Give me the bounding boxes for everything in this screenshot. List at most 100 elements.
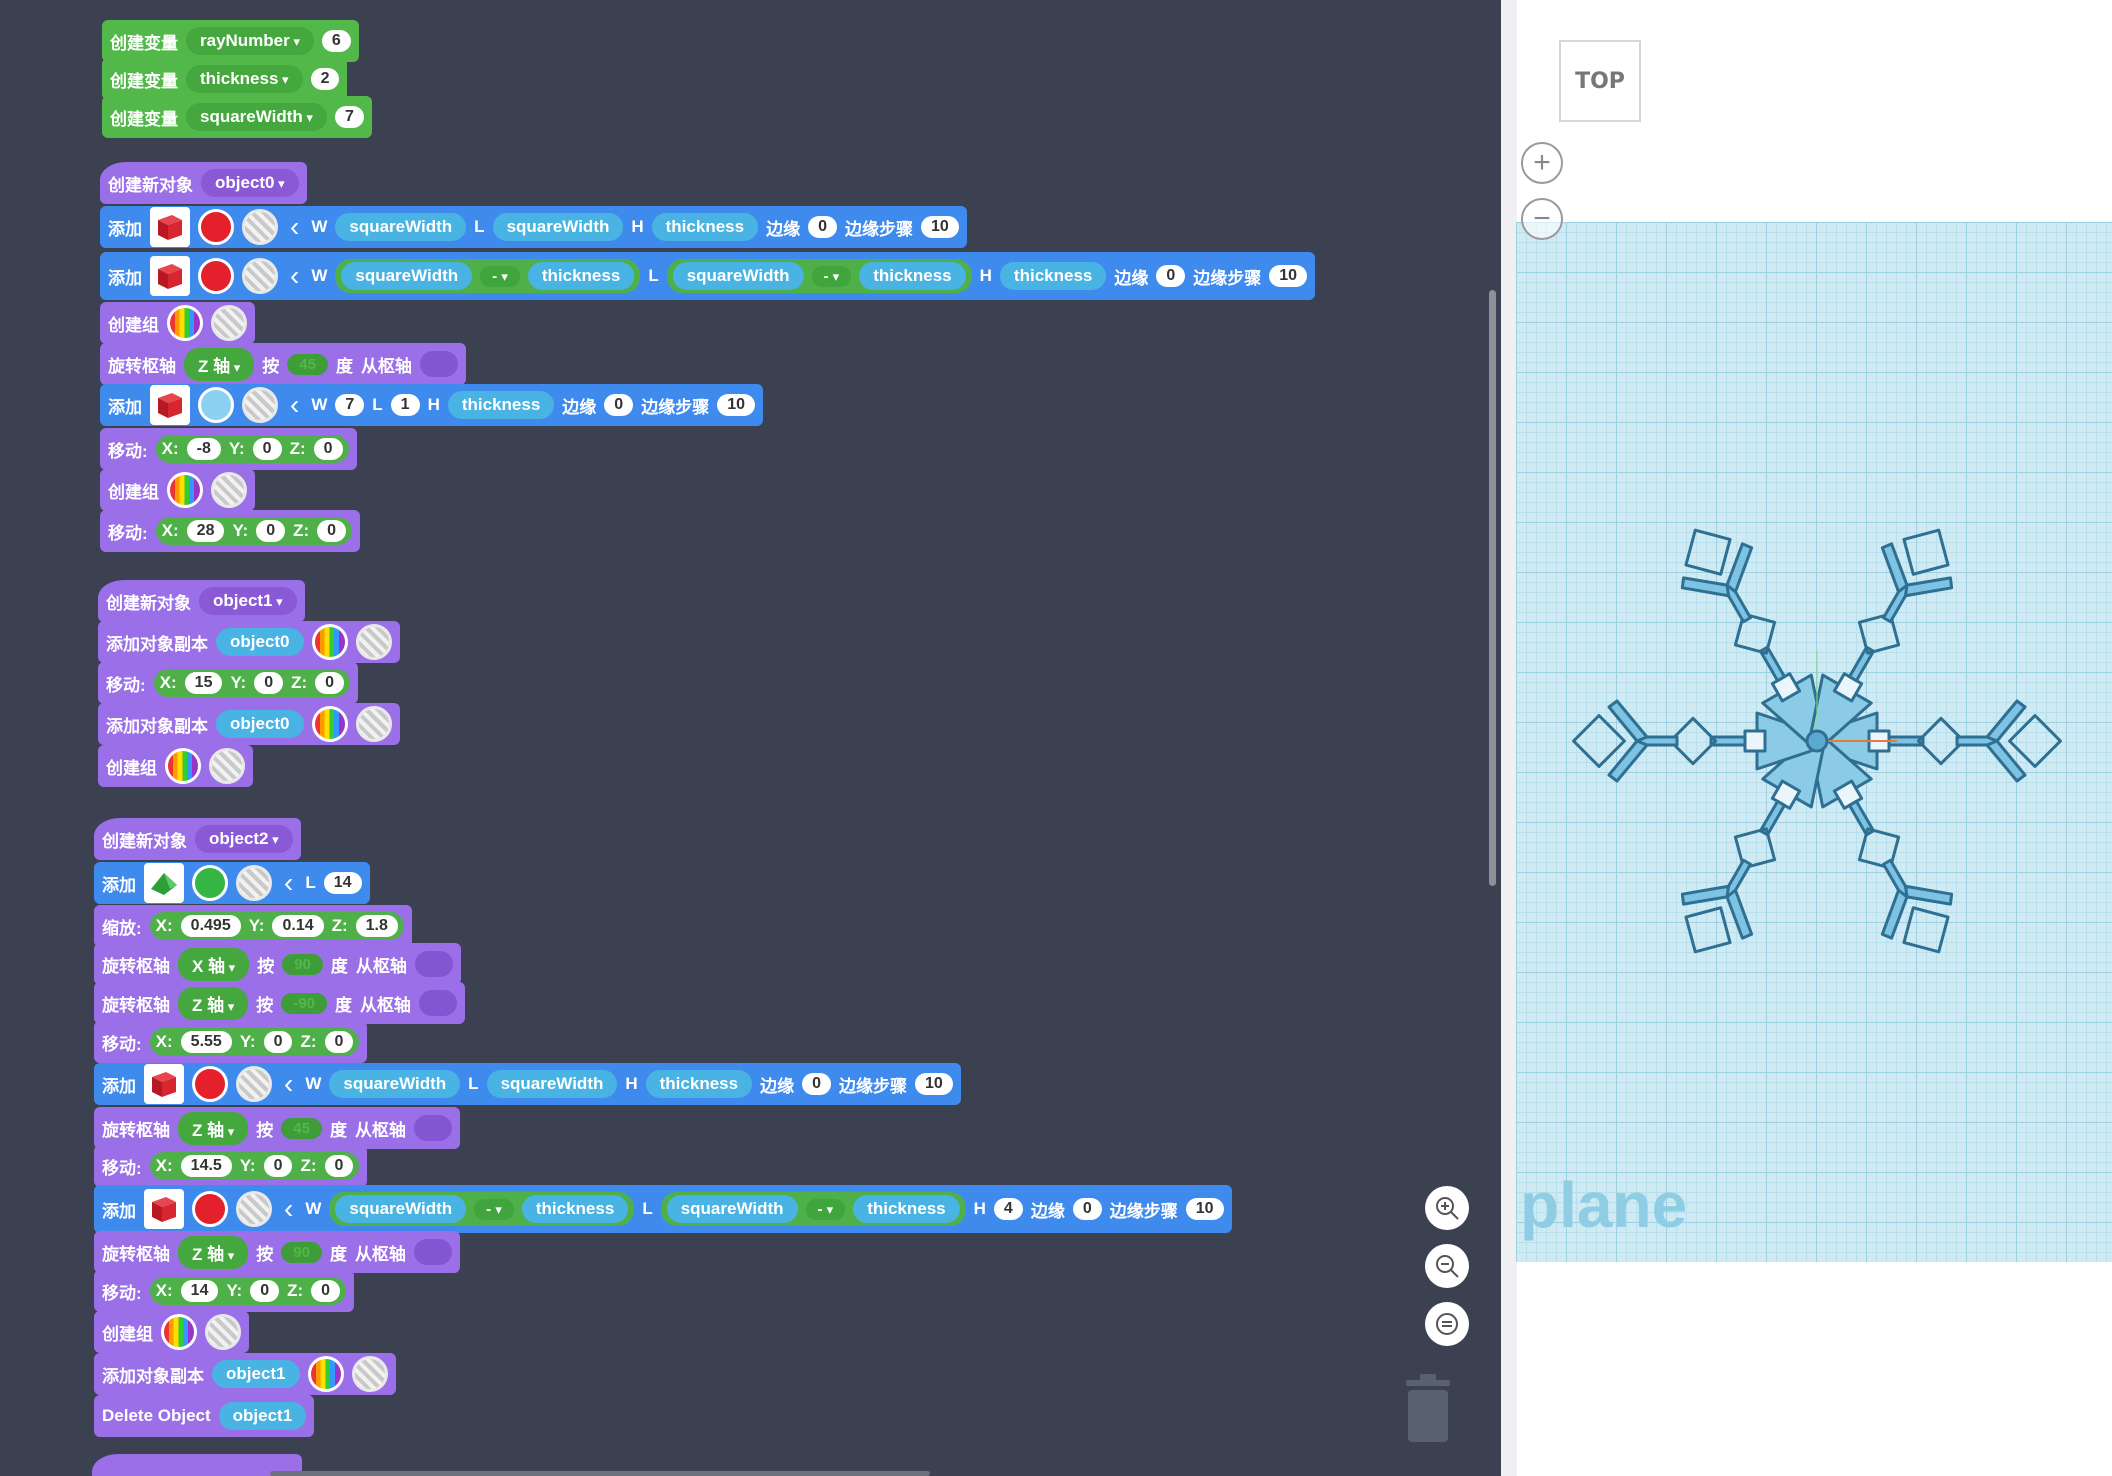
color-swatch-icon[interactable] — [192, 1191, 228, 1227]
red-box-shape-icon[interactable] — [150, 256, 190, 296]
xyz-inputs[interactable]: X: 28 Y: 0 Z: 0 — [155, 517, 353, 545]
collapse-chevron-icon[interactable]: ‹ — [284, 1068, 293, 1100]
xyz-inputs[interactable]: X: -8 Y: 0 Z: 0 — [155, 435, 349, 463]
hole-swatch-icon[interactable] — [355, 624, 392, 660]
edge-steps-input[interactable]: 10 — [717, 394, 755, 416]
variable-value-input[interactable]: 6 — [321, 30, 351, 52]
hole-swatch-icon[interactable] — [351, 1356, 388, 1392]
multicolor-swatch-icon[interactable] — [167, 305, 203, 341]
multicolor-swatch-icon[interactable] — [167, 472, 203, 508]
vertical-scrollbar[interactable] — [1489, 290, 1496, 886]
variable-reporter[interactable]: thickness — [527, 262, 635, 290]
rotate-block[interactable]: 旋转枢轴 Z 轴 按 90 度 从枢轴 — [94, 1231, 460, 1273]
y-input[interactable]: 0.14 — [272, 915, 324, 937]
variable-reporter[interactable]: squareWidth — [492, 213, 624, 241]
subtract-expression[interactable]: squareWidth - thickness — [660, 1192, 966, 1226]
hole-swatch-icon[interactable] — [211, 472, 247, 508]
pivot-slot[interactable] — [419, 351, 458, 377]
create-group-block[interactable]: 创建组 — [98, 745, 253, 787]
x-input[interactable]: 5.55 — [180, 1031, 232, 1053]
hole-swatch-icon[interactable] — [236, 1191, 272, 1227]
y-input[interactable]: 0 — [263, 1155, 293, 1177]
rotate-block[interactable]: 旋转枢轴 Z 轴 按 45 度 从枢轴 — [100, 343, 466, 385]
operator-dropdown[interactable]: - — [474, 1198, 514, 1220]
angle-input[interactable]: 90 — [282, 953, 323, 975]
z-input[interactable]: 1.8 — [355, 915, 398, 937]
create-group-block[interactable]: 创建组 — [94, 1311, 249, 1353]
edge-input[interactable]: 0 — [802, 1073, 831, 1095]
viewport-zoom-out-button[interactable]: − — [1521, 198, 1563, 240]
variable-reporter[interactable]: thickness — [859, 262, 966, 290]
x-input[interactable]: 15 — [184, 672, 223, 694]
x-input[interactable]: -8 — [186, 438, 221, 460]
pivot-slot[interactable] — [418, 990, 457, 1016]
move-block[interactable]: 移动: X: 15 Y: 0 Z: 0 — [98, 662, 359, 704]
axis-dropdown[interactable]: Z 轴 — [178, 1111, 249, 1145]
create-object-block-object0[interactable]: 创建新对象 object0 — [100, 162, 307, 204]
object-reporter[interactable]: object1 — [218, 1402, 307, 1430]
object-dropdown[interactable]: object1 — [199, 587, 297, 615]
angle-input[interactable]: 45 — [287, 353, 328, 375]
object-reporter[interactable]: object1 — [212, 1360, 300, 1388]
angle-input[interactable]: 45 — [281, 1117, 322, 1139]
edge-input[interactable]: 0 — [808, 216, 837, 238]
red-box-shape-icon[interactable] — [144, 1189, 184, 1229]
create-variable-block-squarewidth[interactable]: 创建变量 squareWidth 7 — [102, 96, 372, 138]
move-block[interactable]: 移动: X: 14 Y: 0 Z: 0 — [94, 1270, 355, 1312]
view-cube[interactable]: TOP — [1559, 40, 1641, 122]
length-input[interactable]: 1 — [390, 394, 420, 416]
variable-dropdown[interactable]: rayNumber — [186, 27, 314, 55]
object-dropdown[interactable]: object0 — [201, 169, 299, 197]
collapse-chevron-icon[interactable]: ‹ — [284, 1193, 293, 1225]
axis-dropdown[interactable]: X 轴 — [178, 947, 250, 981]
workspace-reset-zoom-button[interactable] — [1425, 1302, 1469, 1346]
panel-splitter[interactable] — [1501, 0, 1517, 1476]
z-input[interactable]: 0 — [315, 672, 345, 694]
hole-swatch-icon[interactable] — [211, 305, 247, 341]
variable-reporter[interactable]: squareWidth — [666, 1195, 798, 1223]
edge-input[interactable]: 0 — [1156, 265, 1186, 287]
multicolor-swatch-icon[interactable] — [307, 1356, 344, 1392]
move-block[interactable]: 移动: X: 5.55 Y: 0 Z: 0 — [94, 1021, 368, 1063]
move-block[interactable]: 移动: X: 28 Y: 0 Z: 0 — [100, 510, 361, 552]
height-input[interactable]: 4 — [993, 1198, 1023, 1220]
edge-input[interactable]: 0 — [1072, 1198, 1102, 1220]
y-input[interactable]: 0 — [263, 1031, 293, 1053]
scale-block[interactable]: 缩放: X: 0.495 Y: 0.14 Z: 1.8 — [94, 905, 412, 947]
viewport-zoom-in-button[interactable]: + — [1521, 142, 1563, 184]
xyz-inputs[interactable]: X: 5.55 Y: 0 Z: 0 — [149, 1028, 360, 1056]
multicolor-swatch-icon[interactable] — [165, 748, 201, 784]
multicolor-swatch-icon[interactable] — [161, 1314, 197, 1350]
z-input[interactable]: 0 — [324, 1031, 354, 1053]
y-input[interactable]: 0 — [256, 520, 286, 542]
color-swatch-icon[interactable] — [198, 258, 234, 294]
variable-reporter[interactable]: squareWidth — [486, 1070, 618, 1098]
angle-input[interactable]: -90 — [281, 992, 327, 1014]
hole-swatch-icon[interactable] — [209, 748, 245, 784]
z-input[interactable]: 0 — [317, 520, 347, 542]
y-input[interactable]: 0 — [254, 672, 284, 694]
hole-swatch-icon[interactable] — [236, 1066, 272, 1102]
xyz-inputs[interactable]: X: 14 Y: 0 Z: 0 — [149, 1277, 347, 1305]
xyz-inputs[interactable]: X: 14.5 Y: 0 Z: 0 — [149, 1152, 360, 1180]
add-box-block[interactable]: 添加 ‹ W squareWidth L squareWidth H thick… — [100, 206, 967, 248]
collapse-chevron-icon[interactable]: ‹ — [284, 867, 293, 899]
xyz-inputs[interactable]: X: 0.495 Y: 0.14 Z: 1.8 — [149, 912, 404, 940]
variable-reporter[interactable]: thickness — [447, 391, 555, 419]
create-variable-block-thickness[interactable]: 创建变量 thickness 2 — [102, 58, 348, 100]
red-box-shape-icon[interactable] — [144, 1064, 184, 1104]
variable-value-input[interactable]: 7 — [334, 106, 364, 128]
variable-reporter[interactable]: thickness — [853, 1195, 960, 1223]
horizontal-scrollbar[interactable] — [270, 1471, 930, 1476]
snowflake-model[interactable] — [1516, 222, 2112, 1262]
code-workspace[interactable]: 创建变量 rayNumber 6 创建变量 thickness 2 创建变量 s… — [0, 0, 1501, 1476]
rotate-block[interactable]: 旋转枢轴 X 轴 按 90 度 从枢轴 — [94, 943, 461, 985]
add-box-block[interactable]: 添加 ‹ W squareWidth L squareWidth H thick… — [94, 1063, 961, 1105]
hole-swatch-icon[interactable] — [236, 865, 272, 901]
length-input[interactable]: 14 — [323, 872, 362, 894]
object-reporter[interactable]: object0 — [216, 710, 304, 738]
rotate-block[interactable]: 旋转枢轴 Z 轴 按 -90 度 从枢轴 — [94, 982, 465, 1024]
axis-dropdown[interactable]: Z 轴 — [184, 347, 255, 381]
edge-steps-input[interactable]: 10 — [914, 1073, 953, 1095]
pivot-slot[interactable] — [414, 951, 453, 977]
